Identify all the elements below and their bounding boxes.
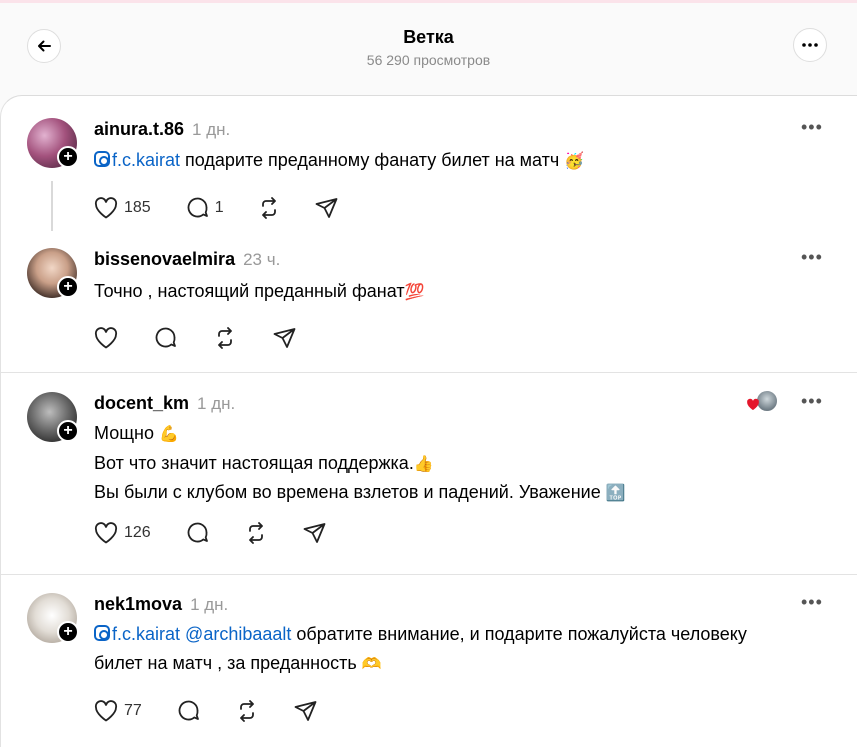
post-nek1mova: + nek1mova 1 дн. ••• f.c.kairat @archibaa… [1, 575, 857, 747]
muscle-emoji: 💪 [158, 424, 179, 443]
reply-button[interactable] [154, 326, 177, 349]
comment-icon [178, 700, 199, 721]
post-ainura: + ainura.t.86 1 дн. ••• f.c.kairat подари… [1, 96, 857, 236]
share-button[interactable] [303, 522, 326, 544]
repost-button[interactable] [244, 521, 268, 544]
like-count: 77 [124, 701, 142, 719]
repost-icon [261, 196, 276, 219]
comment-icon [155, 327, 176, 348]
share-button[interactable] [315, 197, 338, 219]
heart-icon [94, 196, 118, 218]
send-icon [273, 327, 296, 348]
thumbs-up-emoji: 👍 [413, 453, 434, 473]
post-actions: 185 1 [94, 196, 338, 219]
send-icon [303, 522, 326, 543]
post-docent-km: + docent_km 1 дн. ••• Мощно 💪 Вот что зна… [1, 373, 857, 573]
username[interactable]: ainura.t.86 [94, 119, 184, 139]
post-time: 23 ч. [243, 250, 281, 269]
username[interactable]: nek1mova [94, 594, 182, 614]
post-text: Мощно 💪 Вот что значит настоящая поддерж… [94, 423, 626, 502]
username[interactable]: bissenovaelmira [94, 249, 235, 269]
post-menu-button[interactable]: ••• [801, 391, 823, 412]
thread-connector [51, 181, 53, 231]
reply-button[interactable] [186, 521, 209, 544]
like-button[interactable]: 126 [94, 521, 151, 544]
plus-icon[interactable]: + [57, 621, 79, 643]
share-button[interactable] [294, 700, 317, 722]
repost-button[interactable] [235, 699, 259, 722]
mention-link[interactable]: f.c.kairat [94, 150, 180, 170]
thread-card: + ainura.t.86 1 дн. ••• f.c.kairat подари… [0, 95, 857, 747]
thread-header: Ветка 56 290 просмотров [0, 3, 857, 93]
plus-icon[interactable]: + [57, 276, 79, 298]
views-count: 56 290 просмотров [366, 52, 491, 68]
post-time: 1 дн. [197, 394, 236, 413]
post-text: f.c.kairat @archibaaalt обратите внимани… [94, 624, 747, 673]
send-icon [315, 197, 338, 218]
hundred-emoji: 💯 [404, 282, 425, 301]
post-text: Точно , настоящий преданный фанат💯 [94, 281, 425, 301]
mention-link[interactable]: f.c.kairat [94, 624, 180, 644]
instagram-icon [94, 151, 110, 167]
heart-icon [94, 521, 118, 543]
like-button[interactable]: 77 [94, 699, 142, 722]
send-icon [294, 700, 317, 721]
like-count: 185 [124, 198, 151, 216]
post-actions-visible: 77 [94, 699, 317, 722]
post-actions [94, 326, 296, 349]
like-button[interactable]: 185 [94, 196, 151, 219]
reply-button[interactable]: 1 [186, 196, 224, 219]
plus-icon[interactable]: + [57, 420, 79, 442]
top-emoji: 🔝 [605, 483, 626, 502]
mention-link-2[interactable]: @archibaaalt [185, 624, 291, 644]
heart-icon [94, 699, 118, 721]
repost-icon [218, 326, 232, 349]
post-time: 1 дн. [192, 120, 231, 139]
plus-icon[interactable]: + [57, 146, 79, 168]
heart-hands-emoji: 🫶 [361, 653, 382, 673]
post-menu-button[interactable]: ••• [801, 117, 823, 138]
reply-count: 1 [214, 198, 224, 216]
post-menu-button[interactable]: ••• [801, 247, 823, 268]
reply-button[interactable] [177, 699, 200, 722]
repost-icon [248, 521, 263, 544]
comment-icon [187, 197, 208, 218]
page-title: Ветка [403, 27, 454, 47]
post-time: 1 дн. [190, 595, 229, 614]
like-count: 126 [124, 523, 151, 541]
liked-by-author-indicator [746, 390, 780, 414]
post-bissenovaelmira: + bissenovaelmira 23 ч. ••• Точно , насто… [1, 236, 857, 371]
like-button[interactable] [94, 326, 118, 349]
post-actions: 126 [94, 521, 326, 544]
heart-icon [94, 326, 118, 348]
more-options-button[interactable] [793, 28, 827, 62]
heart-icon [747, 398, 759, 411]
post-menu-button[interactable]: ••• [801, 592, 823, 613]
more-horizontal-icon [802, 43, 818, 47]
repost-icon [239, 699, 254, 722]
party-emoji: 🥳 [564, 151, 585, 170]
instagram-icon [94, 625, 110, 641]
repost-button[interactable] [213, 326, 237, 349]
comment-icon [187, 522, 208, 543]
share-button[interactable] [273, 327, 296, 349]
repost-button[interactable] [257, 196, 281, 219]
post-text: f.c.kairat подарите преданному фанату би… [94, 146, 584, 176]
username[interactable]: docent_km [94, 393, 189, 413]
